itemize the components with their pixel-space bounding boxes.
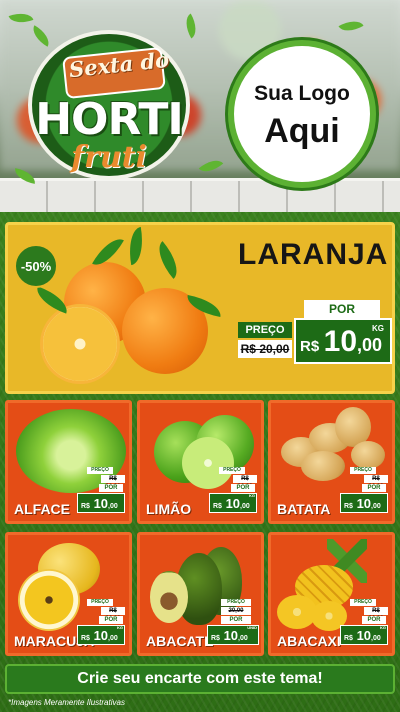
old-price: R$ 20,00 (101, 607, 125, 622)
new-price: R$ 10,00 (340, 493, 388, 513)
old-price-label: PREÇO (87, 467, 113, 474)
old-price: R$ 20,00 (364, 475, 388, 490)
old-price: 20,00 (221, 607, 251, 615)
new-price-dec: ,00 (371, 635, 381, 642)
product-price: PREÇO R$ 20,00 POR R$ 10,00 (340, 467, 388, 515)
old-price-label: PREÇO (350, 467, 376, 474)
leaf-icon (150, 241, 186, 279)
new-price-unit: KG (380, 625, 386, 630)
old-price: R$ 20,00 (364, 607, 388, 622)
brand-logo-line3: fruti (71, 140, 147, 175)
new-price-currency: R$ (81, 635, 90, 642)
new-price-int: 10 (93, 628, 109, 643)
new-price-dec: ,00 (357, 335, 383, 355)
featured-price-block: POR PREÇO R$ 20,00 R$ 10,00 KG (238, 300, 392, 366)
new-price-dec: ,00 (238, 635, 248, 642)
new-price-label: POR (221, 616, 251, 624)
new-price-int: 10 (323, 325, 358, 358)
product-price: PREÇO 20,00 POR R$ 10,00 UNID (205, 599, 259, 647)
old-price-label: PREÇO (219, 467, 245, 474)
new-price: R$ 10,00 (77, 493, 125, 513)
avocado-slice (150, 571, 188, 623)
new-price-dec: ,00 (108, 503, 118, 510)
new-price-currency: R$ (211, 635, 220, 642)
logo-placeholder-line1: Sua Logo (254, 82, 350, 105)
new-price-label: POR (304, 300, 380, 318)
product-name: ABACAXI (277, 633, 341, 649)
new-price-label: POR (99, 484, 123, 492)
new-price-currency: R$ (81, 503, 90, 510)
old-price-label: PREÇO (350, 599, 376, 606)
product-card[interactable]: ABACATE PREÇO 20,00 POR R$ 10,00 UNID (137, 532, 264, 656)
old-price-label: PREÇO (221, 599, 251, 606)
product-name: BATATA (277, 501, 331, 517)
product-card[interactable]: LIMÃO PREÇO R$ 20,00 POR R$ 10,00 KG (137, 400, 264, 524)
old-price: R$ 20,00 (238, 340, 292, 358)
logo-placeholder-line2: Aqui (264, 112, 340, 150)
product-price: PREÇO R$ 20,00 POR R$ 10,00 KG (209, 467, 257, 515)
product-card[interactable]: ALFACE PREÇO R$ 20,00 POR R$ 10,00 (5, 400, 132, 524)
new-price-currency: R$ (213, 503, 222, 510)
new-price-dec: ,00 (240, 503, 250, 510)
orange-image (30, 226, 224, 384)
new-price-unit: KG (249, 493, 255, 498)
potato-image (351, 441, 385, 469)
old-price: R$ 20,00 (233, 475, 257, 490)
product-name: ALFACE (14, 501, 70, 517)
new-price-currency: R$ (300, 338, 320, 355)
old-price-label: PREÇO (238, 322, 292, 338)
product-card[interactable]: MARACUJÁ PREÇO R$ 20,00 POR R$ 10,00 KG (5, 532, 132, 656)
brand-logo-line2: HORTI (35, 94, 184, 145)
product-card[interactable]: BATATA PREÇO R$ 20,00 POR R$ 10,00 (268, 400, 395, 524)
new-price-int: 10 (93, 496, 109, 511)
new-price-unit: KG (372, 324, 384, 333)
product-price: PREÇO R$ 20,00 POR R$ 10,00 KG (340, 599, 388, 647)
product-name: ABACATE (146, 633, 214, 649)
new-price-unit: UNID (247, 625, 257, 630)
product-card[interactable]: ABACAXI PREÇO R$ 20,00 POR R$ 10,00 KG (268, 532, 395, 656)
old-price-label: PREÇO (87, 599, 113, 606)
new-price-dec: ,00 (371, 503, 381, 510)
header-banner: Sexta do HORTI fruti Sua Logo Aqui (0, 0, 400, 212)
brand-logo: Sexta do HORTI fruti (20, 22, 198, 182)
cta-banner[interactable]: Crie seu encarte com este tema! (5, 664, 395, 694)
new-price-int: 10 (356, 496, 372, 511)
new-price-label: POR (362, 616, 386, 624)
orange-slice (40, 304, 120, 384)
featured-product-name: LARANJA (238, 238, 389, 271)
product-price: PREÇO R$ 20,00 POR R$ 10,00 KG (77, 599, 125, 647)
old-price: R$ 20,00 (101, 475, 125, 490)
new-price-unit: KG (117, 625, 123, 630)
discount-badge: -50% (14, 244, 58, 288)
logo-placeholder[interactable]: Sua Logo Aqui (228, 40, 376, 188)
flyer-page: Sexta do HORTI fruti Sua Logo Aqui -50% … (0, 0, 400, 712)
disclaimer: *Imagens Meramente Ilustrativas (8, 698, 125, 707)
product-name: LIMÃO (146, 501, 192, 517)
new-price-int: 10 (223, 628, 239, 643)
wooden-table (0, 178, 400, 212)
new-price-int: 10 (356, 628, 372, 643)
new-price-label: POR (362, 484, 386, 492)
new-price-dec: ,00 (108, 635, 118, 642)
new-price-currency: R$ (344, 503, 353, 510)
product-price: PREÇO R$ 20,00 POR R$ 10,00 (77, 467, 125, 515)
new-price-label: POR (99, 616, 123, 624)
new-price-int: 10 (225, 496, 241, 511)
new-price-label: POR (231, 484, 255, 492)
potato-image (301, 451, 345, 481)
passion-fruit-slice (18, 569, 80, 631)
new-price-currency: R$ (344, 635, 353, 642)
